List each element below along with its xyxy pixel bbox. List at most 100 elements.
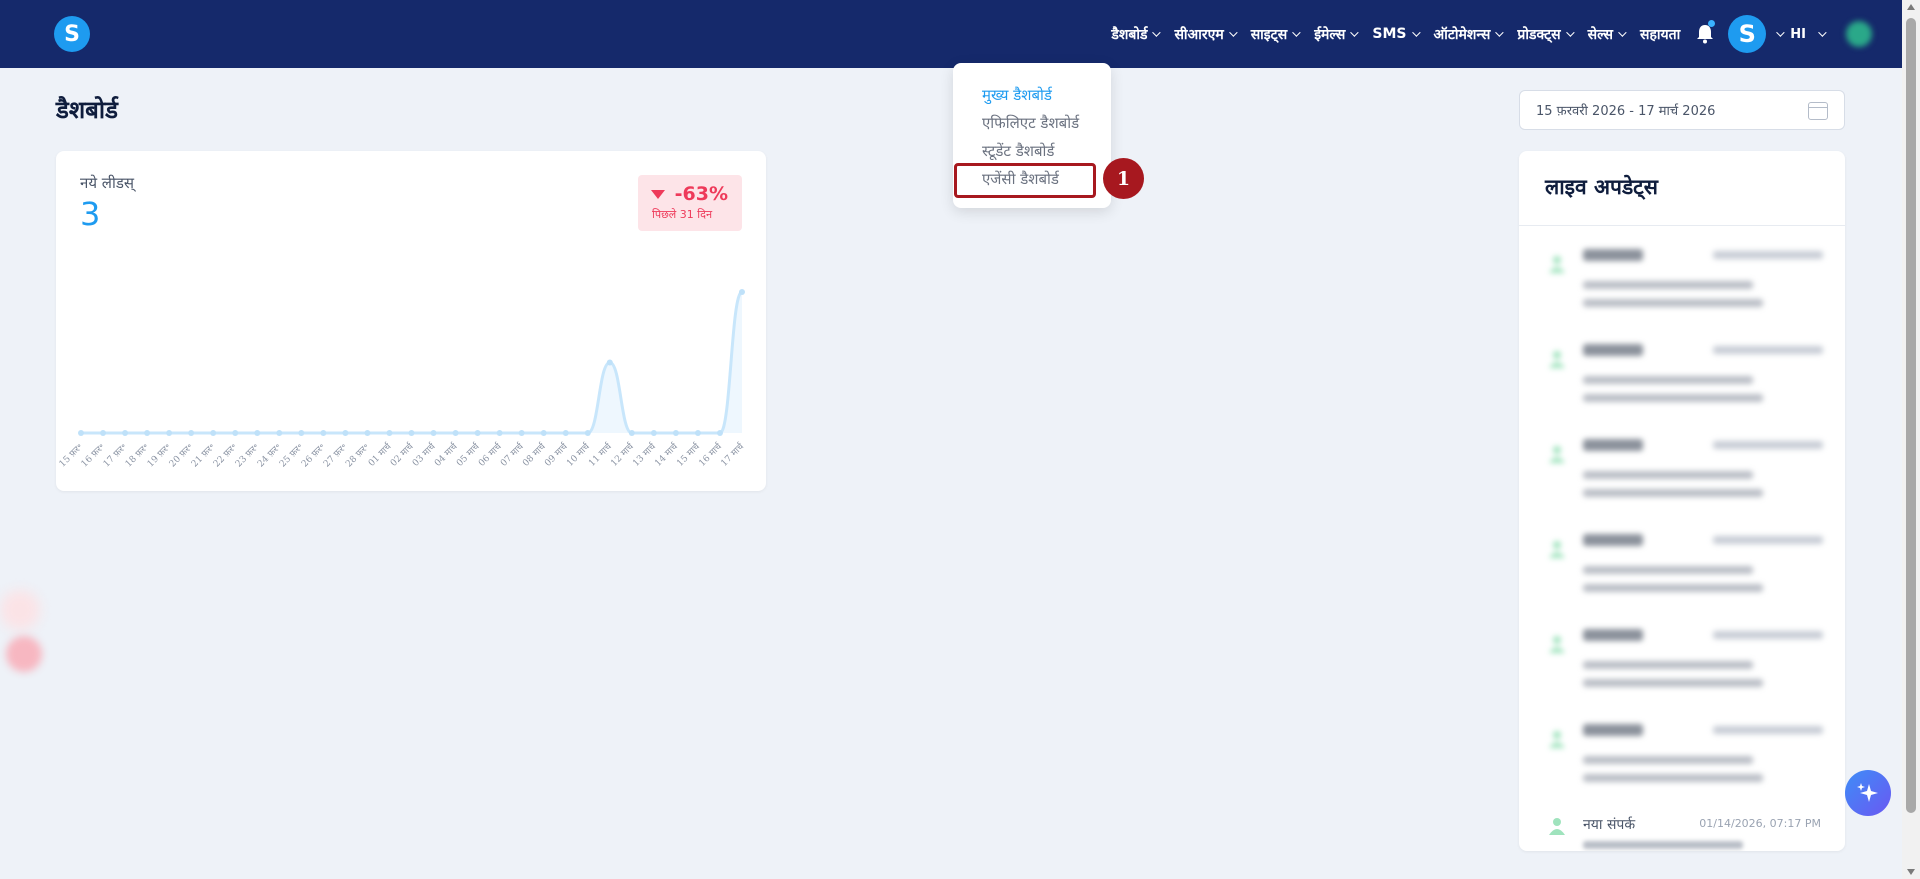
x-tick-label: 16 फ़र॰ <box>80 442 108 470</box>
x-tick-label: 10 मार्च <box>564 440 593 469</box>
change-period: पिछले 31 दिन <box>652 208 713 221</box>
chart-point[interactable] <box>672 430 679 436</box>
dropdown-item-0[interactable]: मुख्य डैशबोर्ड <box>953 81 1111 109</box>
user-icon <box>1549 731 1565 748</box>
chart-point[interactable] <box>122 430 129 436</box>
nav-item-label: ऑटोमेशन्स <box>1433 26 1491 43</box>
user-icon <box>1549 541 1565 558</box>
nav-item-7[interactable]: सेल्स <box>1580 0 1632 68</box>
notification-bell-icon[interactable] <box>1694 0 1716 68</box>
x-tick-label: 04 मार्च <box>432 440 461 469</box>
x-tick-label: 13 मार्च <box>630 440 659 469</box>
feed-item <box>1519 712 1845 807</box>
date-range-value: 15 फ़रवरी 2026 - 17 मार्च 2026 <box>1536 104 1716 119</box>
nav-item-0[interactable]: डैशबोर्ड <box>1103 0 1166 68</box>
main-menu: डैशबोर्ड सीआरएम साइट्स ईमेल्स SMS ऑटोमेशन्स प्… <box>1103 0 1872 68</box>
divider <box>1519 225 1845 226</box>
chart-point[interactable] <box>584 430 591 436</box>
chart-point[interactable] <box>254 430 261 436</box>
chart-point[interactable] <box>276 430 283 436</box>
feed-item-name: नया संपर्क <box>1583 817 1636 833</box>
chart-point[interactable] <box>694 430 701 436</box>
chart-point[interactable] <box>430 430 437 436</box>
date-range-picker[interactable]: 15 फ़रवरी 2026 - 17 मार्च 2026 <box>1519 90 1845 130</box>
x-tick-label: 26 फ़र॰ <box>300 442 328 470</box>
nav-item-label: SMS <box>1372 26 1407 42</box>
feed-item <box>1519 427 1845 522</box>
nav-item-label: प्रोडक्ट्स <box>1517 26 1561 43</box>
chart-point[interactable] <box>210 430 217 436</box>
live-updates-panel: लाइव अपडेट्स नया संपर्क 01/14/2026, 07:1… <box>1519 151 1845 851</box>
user-icon <box>1549 636 1565 653</box>
chart-point[interactable] <box>320 430 327 436</box>
nav-item-5[interactable]: ऑटोमेशन्स <box>1426 0 1510 68</box>
chart-point[interactable] <box>144 430 151 436</box>
brand-logo[interactable]: S <box>54 16 90 52</box>
chart-point[interactable] <box>342 430 349 436</box>
nav-item-4[interactable]: SMS <box>1364 0 1425 68</box>
chart-point[interactable] <box>606 359 613 366</box>
nav-item-6[interactable]: प्रोडक्ट्स <box>1509 0 1579 68</box>
nav-item-8[interactable]: सहायता <box>1632 0 1688 68</box>
nav-item-3[interactable]: ईमेल्स <box>1306 0 1364 68</box>
blurred-decoration <box>6 636 42 672</box>
nav-item-1[interactable]: सीआरएम <box>1166 0 1242 68</box>
x-tick-label: 20 फ़र॰ <box>168 442 196 470</box>
x-tick-label: 06 मार्च <box>476 440 505 469</box>
x-tick-label: 12 मार्च <box>608 440 637 469</box>
chevron-down-icon <box>1350 28 1360 37</box>
user-icon <box>1549 256 1565 273</box>
chevron-down-icon <box>1292 28 1301 37</box>
x-tick-label: 05 मार्च <box>454 440 483 469</box>
chart-point[interactable] <box>408 430 415 436</box>
page-scrollbar[interactable] <box>1902 0 1920 879</box>
chart-point[interactable] <box>188 430 195 436</box>
profile-avatar[interactable] <box>1846 21 1872 47</box>
dropdown-item-2[interactable]: स्टूडेंट डैशबोर्ड <box>953 137 1111 165</box>
x-tick-label: 16 मार्च <box>696 440 725 469</box>
scroll-thumb[interactable] <box>1906 18 1916 813</box>
feed-item <box>1519 332 1845 427</box>
ai-assistant-button[interactable] <box>1845 770 1891 816</box>
scroll-down-icon[interactable] <box>1907 869 1915 875</box>
chart-point[interactable] <box>78 430 84 436</box>
x-tick-label: 24 फ़र॰ <box>256 442 284 470</box>
chart-point[interactable] <box>232 430 239 436</box>
chart-point[interactable] <box>518 430 525 436</box>
chart-point[interactable] <box>496 430 503 436</box>
feed-item <box>1519 237 1845 332</box>
nav-item-label: सहायता <box>1640 26 1681 43</box>
scroll-up-icon[interactable] <box>1907 4 1915 10</box>
chart-point[interactable] <box>386 430 393 436</box>
chart-point[interactable] <box>298 430 305 436</box>
x-tick-label: 14 मार्च <box>652 440 681 469</box>
feed-item-time: 01/14/2026, 07:17 PM <box>1699 817 1821 830</box>
x-tick-label: 02 मार्च <box>388 440 417 469</box>
leads-chart: 15 फ़र॰16 फ़र॰17 फ़र॰18 फ़र॰19 फ़र॰20 फ़… <box>58 289 747 470</box>
nav-item-label: ईमेल्स <box>1314 26 1346 43</box>
nav-item-2[interactable]: साइट्स <box>1243 0 1306 68</box>
user-icon <box>1549 446 1565 463</box>
calendar-icon <box>1808 102 1828 120</box>
feed-item <box>1519 617 1845 712</box>
stat-label: नये लीडस् <box>80 174 135 192</box>
dropdown-item-1[interactable]: एफिलिएट डैशबोर्ड <box>953 109 1111 137</box>
chart-point[interactable] <box>166 430 173 436</box>
stat-value: 3 <box>80 195 101 233</box>
chart-point[interactable] <box>364 430 371 436</box>
chevron-down-icon <box>1152 28 1162 37</box>
chart-point[interactable] <box>452 430 459 436</box>
user-avatar[interactable]: S <box>1728 15 1767 53</box>
chart-point[interactable] <box>474 430 481 436</box>
chart-point[interactable] <box>716 430 723 436</box>
chart-point[interactable] <box>628 430 635 436</box>
chart-point[interactable] <box>540 430 547 436</box>
x-tick-label: 08 मार्च <box>520 440 549 469</box>
chart-point[interactable] <box>650 430 657 436</box>
chart-point[interactable] <box>739 289 745 295</box>
chart-point[interactable] <box>100 430 107 436</box>
x-tick-label: 15 मार्च <box>674 440 703 469</box>
language-selector[interactable]: HI <box>1782 0 1832 68</box>
live-feed[interactable]: नया संपर्क 01/14/2026, 07:17 PM <box>1519 237 1845 851</box>
chart-point[interactable] <box>562 430 569 436</box>
